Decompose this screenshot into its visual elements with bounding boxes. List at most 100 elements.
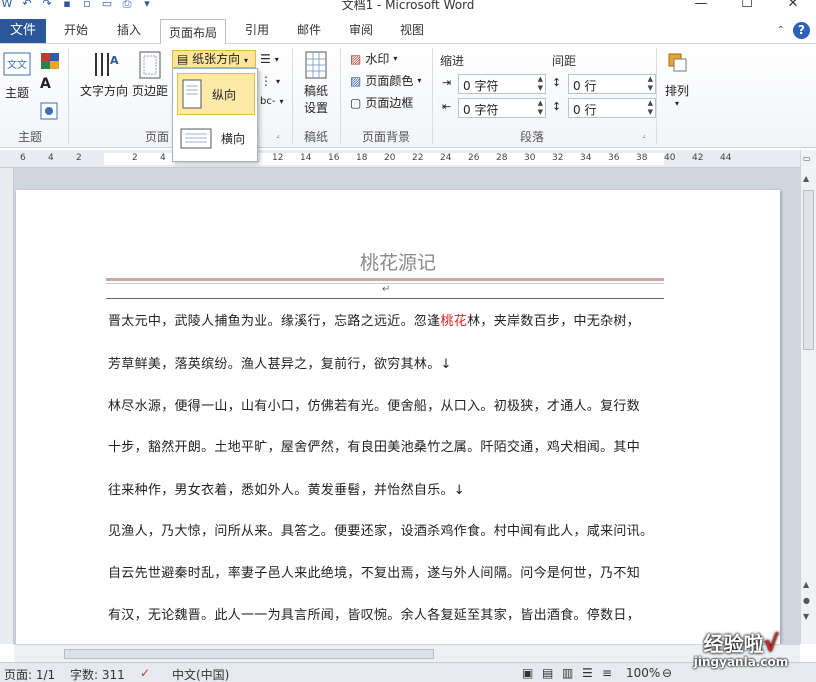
themes-button[interactable]: 文文 主题 bbox=[2, 52, 32, 101]
breaks-icon: ☰ bbox=[260, 52, 271, 66]
document-line[interactable]: 往来种作，男女衣着，悉如外人。黄发垂髫，并怡然自乐。↓ bbox=[108, 479, 465, 498]
page-color-button[interactable]: ▨ 页面颜色 ▾ bbox=[350, 72, 421, 89]
space-before-field[interactable]: 0 行 ▲ ▼ bbox=[568, 74, 656, 94]
browse-object-icon[interactable]: ● bbox=[803, 596, 810, 605]
collapse-ribbon-icon[interactable]: ⌃ bbox=[777, 25, 785, 36]
breaks-button[interactable]: ☰ ▾ bbox=[260, 52, 279, 66]
print-layout-view-icon[interactable]: ▣ bbox=[522, 666, 533, 680]
spinner-icon[interactable]: ▲ ▼ bbox=[538, 99, 543, 117]
vertical-scrollbar[interactable]: ▭ ▲ ▲ ● ▼ bbox=[800, 150, 816, 644]
theme-effects-button[interactable] bbox=[40, 102, 58, 120]
tab-references[interactable]: 引用 bbox=[245, 21, 269, 38]
document-line[interactable]: 十步，豁然开朗。土地平旷，屋舍俨然，有良田美池桑竹之属。阡陌交通，鸡犬相闻。其中 bbox=[108, 436, 640, 455]
document-line[interactable]: 林尽水源，便得一山，山有小口，仿佛若有光。便舍船，从口入。初极狭，才通人。复行数 bbox=[108, 395, 640, 414]
maximize-icon[interactable]: ☐ bbox=[724, 0, 770, 11]
tab-review[interactable]: 审阅 bbox=[349, 21, 373, 38]
dialog-launcher-icon: ⌟ bbox=[276, 130, 280, 139]
text-direction-button[interactable]: A 文字方向 bbox=[78, 50, 130, 99]
arrange-icon bbox=[663, 50, 691, 80]
indent-header: 缩进 bbox=[440, 54, 465, 68]
margins-button[interactable]: 页边距 bbox=[130, 50, 170, 99]
ruler-number: 6 bbox=[20, 153, 26, 163]
page-count[interactable]: 页面: 1/1 bbox=[4, 666, 55, 682]
tab-mailings[interactable]: 邮件 bbox=[297, 21, 321, 38]
themes-label: 主题 bbox=[4, 86, 29, 100]
close-icon[interactable]: ✕ bbox=[770, 0, 816, 11]
ruler-number: 36 bbox=[608, 153, 620, 163]
minimize-icon[interactable]: — bbox=[678, 0, 724, 11]
document-line[interactable]: 见渔人，乃大惊，问所从来。具答之。便要还家，设酒杀鸡作食。村中闻有此人，咸来问讯… bbox=[108, 520, 653, 539]
web-layout-view-icon[interactable]: ▥ bbox=[562, 666, 573, 680]
theme-colors-button[interactable] bbox=[40, 52, 62, 70]
language-indicator[interactable]: 中文(中国) bbox=[172, 666, 229, 682]
horizontal-ruler[interactable]: 6422468101214161820222426283032343638404… bbox=[0, 150, 800, 168]
ruler-number: 18 bbox=[356, 153, 368, 163]
draft-view-icon[interactable]: ≡ bbox=[602, 666, 612, 680]
scroll-thumb[interactable] bbox=[803, 190, 814, 350]
tab-home[interactable]: 开始 bbox=[64, 21, 88, 38]
line-text: 林尽水源，便得一山，山有小口，仿佛若有光。便舍船，从口入。初极狭，才通人。复行数 bbox=[108, 399, 641, 414]
zoom-level[interactable]: 100% bbox=[626, 666, 660, 680]
paragraph-dialog-launcher[interactable]: ⌟ bbox=[642, 130, 646, 139]
page-color-icon: ▨ bbox=[350, 73, 362, 88]
orientation-button[interactable]: ▤ 纸张方向 ▾ bbox=[172, 50, 256, 68]
page-borders-button[interactable]: ▢ 页面边框 bbox=[350, 94, 413, 111]
arrange-button[interactable]: 排列 ▾ bbox=[660, 50, 694, 108]
document-line[interactable]: 晋太元中，武陵人捕鱼为业。缘溪行，忘路之远近。忽逢桃花林，夹岸数百步，中无杂树， bbox=[108, 310, 640, 329]
hyphenation-button[interactable]: bc- ▾ bbox=[260, 96, 283, 107]
indent-left-value: 0 字符 bbox=[463, 79, 499, 93]
page-setup-dialog-launcher[interactable]: ⌟ bbox=[276, 130, 280, 139]
space-after-field[interactable]: 0 行 ▲ ▼ bbox=[568, 98, 656, 118]
orientation-menu: 纵向 横向 bbox=[172, 68, 258, 162]
manuscript-group-label: 稿纸 bbox=[304, 130, 329, 144]
orientation-landscape-item[interactable]: 横向 bbox=[177, 117, 255, 159]
line-text: 自云先世避秦时乱，率妻子邑人来此绝境，不复出焉，遂与外人间隔。问今是何世，乃不知 bbox=[108, 566, 641, 581]
spacing-header: 间距 bbox=[552, 54, 577, 68]
line-text: 有汉，无论魏晋。此人一一为具言所闻，皆叹惋。余人各复延至其家，皆出酒食。停数日， bbox=[108, 608, 641, 623]
manuscript-settings-button[interactable]: 稿纸 设置 bbox=[298, 50, 334, 116]
ruler-number: 4 bbox=[48, 153, 54, 163]
line-numbers-button[interactable]: ⋮ ▾ bbox=[260, 74, 280, 88]
space-after-value: 0 行 bbox=[573, 103, 597, 117]
document-line[interactable]: 有汉，无论魏晋。此人一一为具言所闻，皆叹惋。余人各复延至其家，皆出酒食。停数日， bbox=[108, 604, 640, 623]
manuscript-label-1: 稿纸 bbox=[303, 84, 328, 98]
tab-page-layout[interactable]: 页面布局 bbox=[160, 19, 227, 45]
indent-left-field[interactable]: 0 字符 ▲ ▼ bbox=[458, 74, 546, 94]
spinner-icon[interactable]: ▲ ▼ bbox=[648, 99, 653, 117]
zoom-out-icon[interactable]: ⊖ bbox=[662, 666, 672, 680]
document-line[interactable]: 芳草鲜美，落英缤纷。渔人甚异之，复前行，欲穷其林。↓ bbox=[108, 353, 452, 372]
tab-insert[interactable]: 插入 bbox=[117, 21, 141, 38]
arrange-label: 排列 bbox=[664, 84, 689, 98]
orientation-portrait-item[interactable]: 纵向 bbox=[177, 73, 255, 115]
watermark-button[interactable]: ▨ 水印 ▾ bbox=[350, 50, 397, 67]
document-title[interactable]: 桃花源记 bbox=[16, 248, 780, 275]
word-count[interactable]: 字数: 311 bbox=[70, 666, 125, 682]
next-page-icon[interactable]: ▼ bbox=[803, 612, 809, 621]
ribbon: 文文 主题 A 主题 A 文字方向 页边距 ▤ 纸张方向 ▾ ☰ ▾ ⋮ ▾ bc-… bbox=[0, 44, 816, 148]
outline-view-icon[interactable]: ☰ bbox=[582, 666, 593, 680]
spinner-icon[interactable]: ▲ ▼ bbox=[538, 75, 543, 93]
tab-view[interactable]: 视图 bbox=[400, 21, 424, 38]
scroll-up-icon[interactable]: ▲ bbox=[803, 174, 809, 183]
margins-icon bbox=[136, 50, 164, 80]
indent-right-field[interactable]: 0 字符 ▲ ▼ bbox=[458, 98, 546, 118]
portrait-label: 纵向 bbox=[212, 87, 237, 102]
ruler-toggle-icon[interactable]: ▭ bbox=[803, 154, 811, 163]
landscape-icon bbox=[180, 128, 212, 149]
document-line[interactable]: 自云先世避秦时乱，率妻子邑人来此绝境，不复出焉，遂与外人间隔。问今是何世，乃不知 bbox=[108, 562, 640, 581]
tab-file[interactable]: 文件 bbox=[0, 19, 46, 43]
vertical-ruler[interactable] bbox=[0, 168, 14, 644]
previous-page-icon[interactable]: ▲ bbox=[803, 580, 809, 589]
ruler-number: 38 bbox=[636, 153, 648, 163]
full-screen-view-icon[interactable]: ▤ bbox=[542, 666, 553, 680]
checkmark-icon: √ bbox=[763, 632, 779, 657]
proofing-icon[interactable]: ✓ bbox=[140, 666, 150, 680]
theme-fonts-button[interactable]: A bbox=[40, 76, 51, 92]
help-icon[interactable]: ? bbox=[793, 22, 810, 39]
horizontal-scroll-thumb[interactable] bbox=[64, 649, 434, 659]
document-page[interactable]: 桃花源记 ↵ 晋太元中，武陵人捕鱼为业。缘溪行，忘路之远近。忽逢桃花林，夹岸数百… bbox=[16, 190, 780, 644]
manuscript-label-2: 设置 bbox=[303, 101, 328, 115]
spinner-icon[interactable]: ▲ ▼ bbox=[648, 75, 653, 93]
site-watermark: 经验啦√ jingyanla.com bbox=[676, 628, 806, 669]
watermark-icon: ▨ bbox=[350, 51, 362, 66]
